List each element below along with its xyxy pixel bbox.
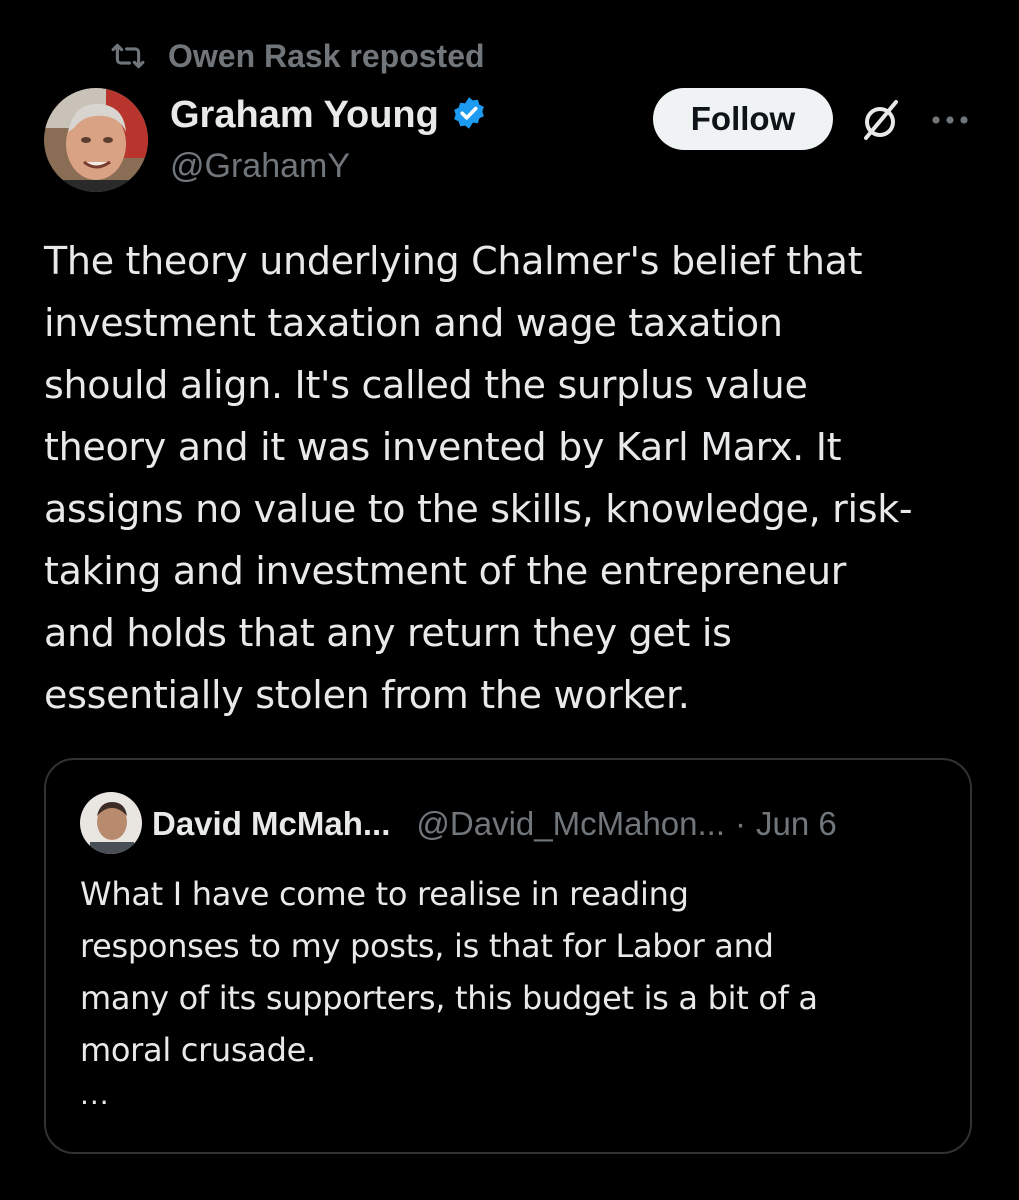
quoted-post-header: David McMah... @David_McMahon... · Jun 6 — [152, 800, 837, 848]
separator-dot: · — [735, 805, 747, 842]
quoted-author-avatar — [80, 792, 142, 854]
verified-badge-icon — [451, 95, 487, 135]
quoted-post-truncation: ... — [80, 1078, 110, 1111]
more-options-icon[interactable] — [928, 108, 972, 132]
post-text: The theory underlying Chalmer's belief t… — [44, 239, 913, 717]
quoted-author-handle[interactable]: @David_McMahon... — [416, 805, 725, 843]
quoted-post-date[interactable]: Jun 6 — [756, 805, 837, 843]
repost-indicator[interactable]: Owen Rask reposted — [108, 34, 485, 78]
repost-label: Owen Rask reposted — [168, 37, 485, 74]
quoted-post-card[interactable]: David McMah... @David_McMahon... · Jun 6… — [44, 758, 972, 1154]
quoted-post-text: What I have come to realise in reading r… — [80, 875, 818, 1069]
repost-icon — [108, 39, 148, 73]
author-handle[interactable]: @GrahamY — [170, 144, 350, 188]
author-avatar[interactable] — [44, 88, 148, 192]
author-name[interactable]: Graham Young — [170, 94, 439, 137]
quoted-author-name[interactable]: David McMah... — [152, 805, 390, 843]
grok-icon[interactable] — [856, 96, 904, 144]
follow-button[interactable]: Follow — [653, 88, 833, 150]
author-name-row[interactable]: Graham Young — [170, 90, 487, 140]
